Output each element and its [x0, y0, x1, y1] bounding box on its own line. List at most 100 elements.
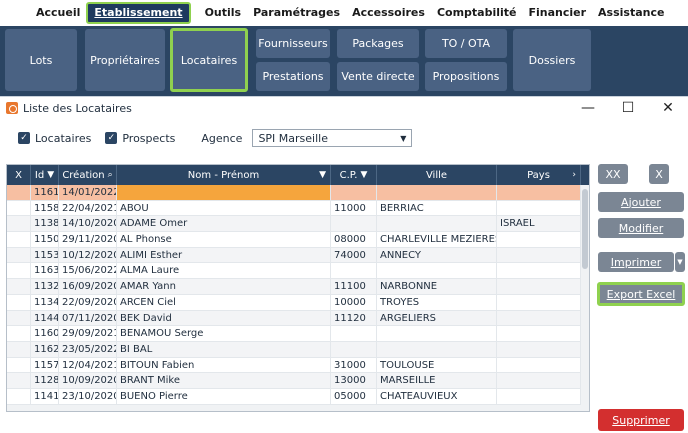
table-row[interactable]: 1163 15/06/2022 ALMA Laure [7, 263, 589, 280]
xx-button[interactable]: XX [598, 164, 628, 184]
horizontal-scrollbar[interactable] [7, 405, 583, 411]
cell-pays [497, 232, 581, 247]
col-nom[interactable]: Nom - Prénom ▼ [117, 165, 331, 185]
locataires-checkbox[interactable]: ✓ [18, 132, 30, 144]
table-row[interactable]: 1162 23/05/2022 BI BAL [7, 341, 589, 358]
imprimer-button[interactable]: Imprimer [598, 252, 674, 272]
propositions-label: Propositions [432, 70, 500, 83]
col-creation[interactable]: Création ⌕ [59, 165, 117, 185]
table-row[interactable]: 1153 10/12/2020 ALIMI Esther 74000 ANNECY [7, 247, 589, 264]
menu-comptabilite[interactable]: Comptabilité [431, 2, 523, 24]
cell-id: 1134 [31, 294, 59, 310]
export-excel-button[interactable]: Export Excel [597, 282, 685, 306]
packages-button[interactable]: Packages [337, 29, 419, 58]
locataires-button[interactable]: Locataires [170, 28, 248, 92]
fournisseurs-button[interactable]: Fournisseurs [256, 29, 330, 58]
minimize-icon[interactable]: — [578, 99, 598, 117]
agence-select[interactable]: SPI Marseille ▼ [252, 129, 413, 147]
cell-cp: 10000 [331, 294, 377, 310]
supprimer-button[interactable]: Supprimer [598, 409, 684, 431]
propositions-button[interactable]: Propositions [425, 62, 507, 91]
menu-parametrages[interactable]: Paramétrages [247, 2, 346, 24]
col-id[interactable]: Id ▼ [31, 165, 59, 185]
locataires-checkbox-label: Locataires [35, 131, 92, 145]
cell-ville [377, 326, 497, 341]
cell-cp [331, 326, 377, 341]
locataires-table: X Id ▼ Création ⌕ Nom - Prénom ▼ C.P. ▼ Vill… [6, 164, 590, 412]
vente-directe-button[interactable]: Vente directe [337, 62, 419, 91]
cell-id: 1157 [31, 357, 59, 373]
scrollbar-thumb[interactable] [582, 189, 588, 269]
close-icon[interactable]: ✕ [658, 99, 678, 117]
menu-financier[interactable]: Financier [523, 2, 593, 24]
menu-outils[interactable]: Outils [199, 2, 248, 24]
app-icon [6, 102, 18, 114]
filter-icon[interactable]: ▼ [319, 170, 326, 180]
dossiers-label: Dossiers [528, 53, 576, 67]
cell-select [7, 388, 31, 404]
filter-icon[interactable]: ▼ [360, 170, 367, 180]
table-row[interactable]: 1157 12/04/2021 BITOUN Fabien 31000 TOULOUSE [7, 357, 589, 374]
prospects-checkbox[interactable]: ✓ [105, 132, 118, 144]
col-pays[interactable]: Pays › [497, 165, 581, 185]
col-nom-label: Nom - Prénom [187, 169, 260, 181]
imprimer-dropdown[interactable]: ▼ [675, 252, 685, 272]
vente-directe-label: Vente directe [341, 70, 415, 83]
supprimer-label: Supprimer [612, 413, 670, 427]
menu-etablissement[interactable]: Etablissement [86, 2, 191, 24]
col-x-label: X [15, 169, 22, 181]
imprimer-label: Imprimer [610, 255, 662, 269]
vertical-scrollbar[interactable] [581, 185, 589, 411]
table-row[interactable]: 1160 29/09/2021 BENAMOU Serge [7, 326, 589, 342]
table-row[interactable]: 1128 10/09/2020 BRANT Mike 13000 MARSEILLE [7, 373, 589, 389]
cell-ville: TROYES [377, 294, 497, 310]
cell-id: 1138 [31, 216, 59, 232]
prestations-button[interactable]: Prestations [256, 62, 330, 91]
search-icon[interactable]: ⌕ [108, 170, 113, 180]
fournisseurs-label: Fournisseurs [258, 37, 328, 50]
table-row[interactable]: 1144 07/11/2020 BEK David 11120 ARGELIERS [7, 310, 589, 327]
cell-ville [377, 263, 497, 279]
dossiers-button[interactable]: Dossiers [513, 29, 591, 91]
table-row[interactable]: 1141 23/10/2020 BUENO Pierre 05000 CHATEAUVI… [7, 388, 589, 405]
table-row[interactable]: 1150 29/11/2020 AL Phonse 08000 CHARLEVILLE … [7, 232, 589, 248]
col-cp[interactable]: C.P. ▼ [331, 165, 377, 185]
menu-accessoires[interactable]: Accessoires [346, 2, 431, 24]
col-x[interactable]: X [7, 165, 31, 185]
lots-button[interactable]: Lots [5, 29, 77, 91]
cell-ville: ARGELIERS [377, 310, 497, 326]
table-row[interactable]: 1138 14/10/2020 ADAME Omer ISRAEL [7, 216, 589, 233]
cell-creation: 16/09/2020 [59, 279, 117, 294]
cell-ville: CHATEAUVIEUX [377, 388, 497, 404]
cell-id: 1163 [31, 263, 59, 279]
cell-pays [497, 357, 581, 373]
chevron-down-icon: ▼ [400, 133, 407, 143]
agence-label: Agence [201, 131, 243, 145]
cell-creation: 29/09/2021 [59, 326, 117, 341]
table-row[interactable]: 1158 22/04/2021 ABOU 11000 BERRIAC [7, 200, 589, 217]
cell-pays [497, 279, 581, 294]
to-ota-button[interactable]: TO / OTA [425, 29, 507, 58]
maximize-icon[interactable]: ☐ [618, 99, 638, 117]
cell-id: 1150 [31, 232, 59, 247]
cell-select [7, 263, 31, 279]
col-ville[interactable]: Ville [377, 165, 497, 185]
proprietaires-button[interactable]: Propriétaires [85, 29, 165, 91]
cell-pays [497, 373, 581, 388]
modifier-button[interactable]: Modifier [598, 218, 684, 238]
filter-icon[interactable]: ▼ [47, 170, 54, 180]
to-ota-label: TO / OTA [441, 37, 491, 50]
ajouter-button[interactable]: Ajouter [598, 192, 684, 212]
table-row[interactable]: 1161 14/01/2022 [7, 185, 589, 201]
menu-accueil[interactable]: Accueil [30, 2, 86, 24]
menu-assistance[interactable]: Assistance [592, 2, 670, 24]
chevron-right-icon[interactable]: › [572, 170, 576, 180]
cell-id: 1158 [31, 200, 59, 216]
cell-ville: CHARLEVILLE MEZIERES [377, 232, 497, 247]
table-row[interactable]: 1132 16/09/2020 AMAR Yann 11100 NARBONNE [7, 279, 589, 295]
table-row[interactable]: 1134 22/09/2020 ARCEN Ciel 10000 TROYES [7, 294, 589, 311]
window-title: Liste des Locataires [23, 101, 132, 115]
cell-creation: 23/05/2022 [59, 341, 117, 357]
x-button[interactable]: X [649, 164, 669, 184]
agence-value: SPI Marseille [258, 131, 328, 145]
